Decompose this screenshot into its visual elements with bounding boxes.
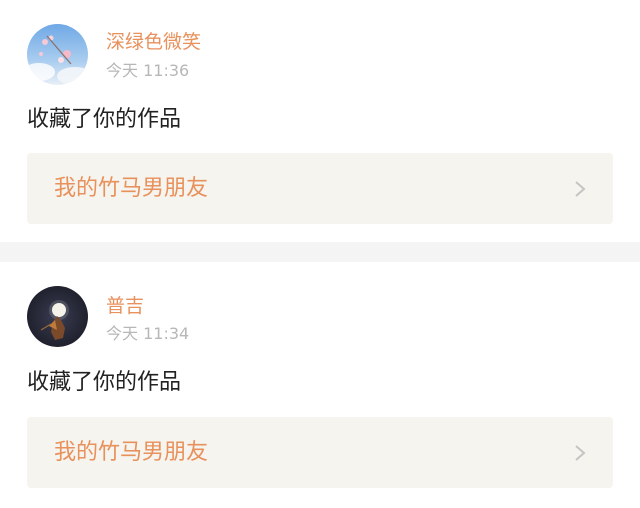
timestamp: 今天 11:34 xyxy=(106,324,190,343)
avatar[interactable] xyxy=(27,24,88,85)
work-title: 我的竹马男朋友 xyxy=(54,440,209,465)
notification-card: 普吉 今天 11:34 收藏了你的作品 我的竹马男朋友 xyxy=(0,262,640,508)
chevron-right-icon xyxy=(575,181,586,197)
action-text: 收藏了你的作品 xyxy=(27,107,182,132)
notification-card: 深绿色微笑 今天 11:36 收藏了你的作品 我的竹马男朋友 xyxy=(0,0,640,242)
avatar-image xyxy=(27,286,88,347)
notification-feed: 深绿色微笑 今天 11:36 收藏了你的作品 我的竹马男朋友 普吉 今天 11:… xyxy=(0,0,640,508)
username[interactable]: 深绿色微笑 xyxy=(106,30,201,54)
username[interactable]: 普吉 xyxy=(106,294,144,318)
work-title: 我的竹马男朋友 xyxy=(54,176,209,201)
work-link[interactable]: 我的竹马男朋友 xyxy=(27,153,613,224)
avatar-image xyxy=(27,24,88,85)
chevron-right-icon xyxy=(575,445,586,461)
work-link[interactable]: 我的竹马男朋友 xyxy=(27,417,613,488)
divider xyxy=(0,242,640,262)
action-text: 收藏了你的作品 xyxy=(27,370,182,395)
timestamp: 今天 11:36 xyxy=(106,61,190,80)
avatar[interactable] xyxy=(27,286,88,347)
